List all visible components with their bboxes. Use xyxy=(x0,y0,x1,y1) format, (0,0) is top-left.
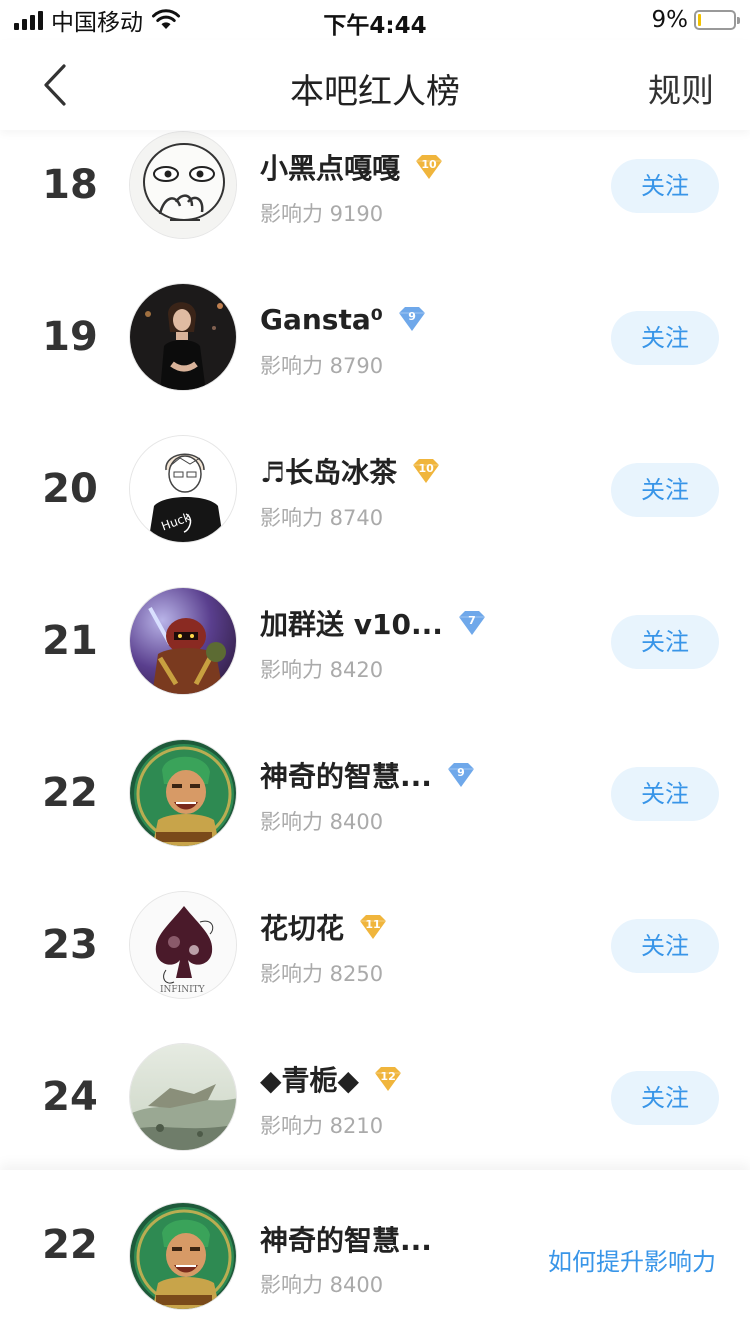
rank-number: 18 xyxy=(42,162,98,208)
ranking-row[interactable]: 22 神奇的智慧... 9 影响力 8400 关注 xyxy=(0,718,750,870)
rank-number: 19 xyxy=(42,314,98,360)
battery-fill xyxy=(698,14,701,26)
ranking-row[interactable]: 21 加群送 v10... 7 影响力 8420 关注 xyxy=(0,566,750,718)
ranking-row[interactable]: 19 Gansta⁰ 9 影响力 8790 关注 xyxy=(0,262,750,414)
user-avatar[interactable]: Huck xyxy=(129,435,237,543)
follow-button[interactable]: 关注 xyxy=(611,615,719,669)
user-name[interactable]: 加群送 v10... xyxy=(260,603,443,643)
user-name[interactable]: 花切花 xyxy=(260,907,344,947)
follow-button[interactable]: 关注 xyxy=(611,159,719,213)
level-number: 9 xyxy=(457,766,465,779)
follow-button[interactable]: 关注 xyxy=(611,767,719,821)
influence-score: 影响力 8790 xyxy=(260,354,384,378)
level-badge-icon: 9 xyxy=(444,760,478,790)
battery-percent: 9% xyxy=(651,7,689,33)
user-name[interactable]: 小黑点嘎嘎 xyxy=(260,147,400,187)
name-line: 小黑点嘎嘎 10 xyxy=(260,147,446,187)
my-rank-bar: 22 神奇的智慧... 影响力 8400 如何提升影响力 xyxy=(0,1170,750,1334)
level-number: 11 xyxy=(365,918,381,931)
level-number: 7 xyxy=(468,614,476,627)
influence-score: 影响力 8250 xyxy=(260,962,384,986)
my-name: 神奇的智慧... xyxy=(260,1224,432,1257)
user-avatar[interactable] xyxy=(129,587,237,695)
influence-score: 影响力 8740 xyxy=(260,506,384,530)
level-number: 10 xyxy=(418,462,434,475)
battery-icon xyxy=(694,10,740,30)
my-name-line: 神奇的智慧... xyxy=(260,1222,432,1257)
influence-score: 影响力 8400 xyxy=(260,810,384,834)
user-avatar[interactable] xyxy=(129,283,237,391)
name-line: ♬长岛冰茶 10 xyxy=(260,451,443,491)
influence-score: 影响力 9190 xyxy=(260,202,384,226)
nav-bar: 本吧红人榜 规则 xyxy=(0,40,750,130)
level-badge-icon: 10 xyxy=(409,456,443,486)
my-influence: 影响力 8400 xyxy=(260,1273,384,1297)
user-avatar[interactable]: INFINITY xyxy=(129,891,237,999)
follow-button[interactable]: 关注 xyxy=(611,919,719,973)
user-name[interactable]: ◆青栀◆ xyxy=(260,1059,359,1099)
improve-influence-link[interactable]: 如何提升影响力 xyxy=(548,1242,716,1277)
my-rank-number: 22 xyxy=(42,1222,98,1268)
user-avatar[interactable] xyxy=(129,1043,237,1151)
level-badge-icon: 9 xyxy=(395,304,429,334)
level-number: 12 xyxy=(380,1070,396,1083)
ranking-row[interactable]: 23 INFINITY 花切花 11 影响力 8250 关注 xyxy=(0,870,750,1022)
follow-button[interactable]: 关注 xyxy=(611,311,719,365)
level-badge-icon: 12 xyxy=(371,1064,405,1094)
ranking-list: 18 小黑点嘎嘎 10 影响力 9190 关注 19 Gansta⁰ 9 影响力 8790 关注 2… xyxy=(0,110,750,1174)
follow-button[interactable]: 关注 xyxy=(611,1071,719,1125)
influence-score: 影响力 8210 xyxy=(260,1114,384,1138)
rank-number: 20 xyxy=(42,466,98,512)
svg-text:INFINITY: INFINITY xyxy=(160,985,206,995)
rank-number: 22 xyxy=(42,770,98,816)
ranking-row[interactable]: 24 ◆青栀◆ 12 影响力 8210 关注 xyxy=(0,1022,750,1174)
rank-number: 21 xyxy=(42,618,98,664)
rank-number: 23 xyxy=(42,922,98,968)
user-avatar[interactable] xyxy=(129,131,237,239)
level-number: 10 xyxy=(421,158,437,171)
user-avatar[interactable] xyxy=(129,739,237,847)
level-badge-icon: 7 xyxy=(455,608,489,638)
user-name[interactable]: Gansta⁰ xyxy=(260,303,383,336)
my-avatar[interactable] xyxy=(129,1202,237,1310)
influence-score: 影响力 8420 xyxy=(260,658,384,682)
level-badge-icon: 10 xyxy=(412,152,446,182)
level-badge-icon: 11 xyxy=(356,912,390,942)
status-right: 9% xyxy=(651,7,740,33)
rules-button[interactable]: 规则 xyxy=(648,64,714,112)
name-line: 花切花 11 xyxy=(260,907,390,947)
user-name[interactable]: 神奇的智慧... xyxy=(260,755,432,795)
ranking-row[interactable]: 18 小黑点嘎嘎 10 影响力 9190 关注 xyxy=(0,110,750,262)
status-bar: 中国移动 下午4:44 9% xyxy=(0,0,750,40)
ranking-row[interactable]: 20 Huck ♬长岛冰茶 10 影响力 8740 关注 xyxy=(0,414,750,566)
user-name[interactable]: ♬长岛冰茶 xyxy=(260,451,397,491)
level-number: 9 xyxy=(408,310,416,323)
name-line: 神奇的智慧... 9 xyxy=(260,755,478,795)
follow-button[interactable]: 关注 xyxy=(611,463,719,517)
name-line: Gansta⁰ 9 xyxy=(260,302,429,336)
page-title: 本吧红人榜 xyxy=(290,72,460,112)
rank-number: 24 xyxy=(42,1074,98,1120)
name-line: ◆青栀◆ 12 xyxy=(260,1059,405,1099)
name-line: 加群送 v10... 7 xyxy=(260,603,489,643)
status-time: 下午4:44 xyxy=(323,13,427,39)
